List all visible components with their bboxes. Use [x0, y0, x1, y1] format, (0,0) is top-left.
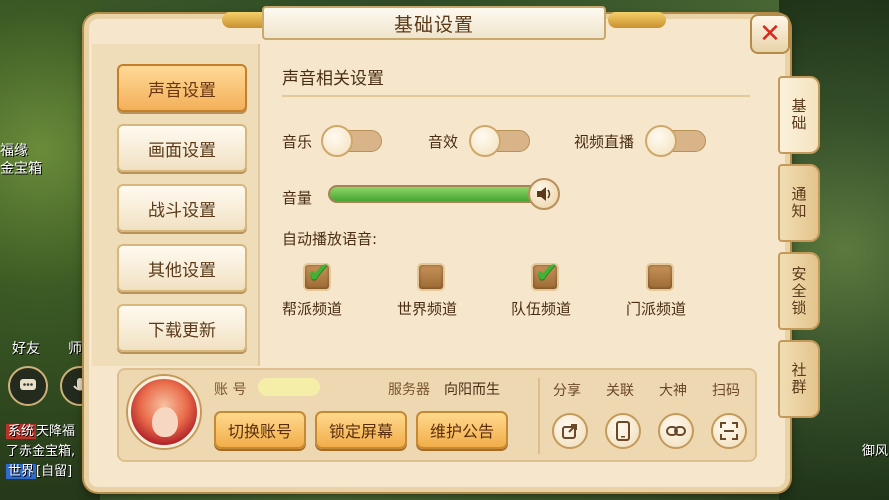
team-channel-label: 队伍频道 — [511, 300, 572, 318]
chat-line-2: 了赤金宝箱, — [6, 444, 76, 459]
checkbox-team-channel[interactable]: ✔ — [531, 259, 559, 291]
bar-divider — [538, 378, 540, 454]
share-label: 分享 — [553, 383, 581, 399]
banner-ornament-right — [608, 12, 666, 28]
menu-graphics-settings[interactable]: 画面设置 — [117, 124, 247, 172]
scene-label-right: 御风 — [862, 444, 889, 459]
section-divider — [282, 95, 750, 97]
scan-button[interactable] — [711, 413, 747, 449]
music-label: 音乐 — [282, 133, 313, 151]
section-title: 声音相关设置 — [282, 69, 384, 89]
checkbox-guild-channel[interactable]: ✔ — [303, 259, 331, 291]
game-scene-right — [779, 0, 889, 500]
dashen-label: 大神 — [659, 383, 687, 399]
scene-label-fuyuan: 福缘 — [0, 143, 28, 159]
sfx-toggle[interactable] — [469, 125, 530, 157]
sfx-label: 音效 — [428, 133, 459, 151]
toggle-knob — [469, 125, 501, 157]
scene-label-treasure: 金宝箱 — [0, 161, 42, 177]
share-icon — [562, 424, 577, 439]
chat-bubble-icon[interactable] — [8, 366, 48, 406]
tab-security-lock[interactable]: 安全锁 — [778, 252, 820, 330]
volume-slider-handle[interactable] — [528, 178, 560, 210]
live-video-label: 视频直播 — [574, 133, 635, 151]
volume-label: 音量 — [282, 189, 313, 207]
account-label: 账 号 — [214, 382, 247, 398]
toggle-knob — [321, 125, 353, 157]
auto-voice-label: 自动播放语音: — [282, 230, 378, 248]
maintenance-notice-button[interactable]: 维护公告 — [416, 411, 508, 449]
menu-sound-settings[interactable]: 声音设置 — [117, 64, 247, 112]
speaker-icon — [537, 187, 551, 201]
share-button[interactable] — [552, 413, 588, 449]
live-video-toggle[interactable] — [645, 125, 706, 157]
panel-title: 基础设置 — [262, 6, 606, 40]
chat-line-world: 世界 [自留] — [6, 464, 73, 479]
link-phone-button[interactable] — [605, 413, 641, 449]
toggle-knob — [645, 125, 677, 157]
lock-screen-button[interactable]: 锁定屏幕 — [315, 411, 407, 449]
menu-download-update[interactable]: 下载更新 — [117, 304, 247, 352]
link-label: 关联 — [606, 383, 634, 399]
switch-account-button[interactable]: 切换账号 — [214, 411, 306, 449]
chat-line-system: 系统 天降福 — [6, 424, 76, 439]
phone-icon — [616, 421, 630, 441]
checkbox-sect-channel[interactable] — [646, 263, 674, 291]
tab-community[interactable]: 社群 — [778, 340, 820, 418]
menu-other-settings[interactable]: 其他设置 — [117, 244, 247, 292]
scan-icon — [720, 422, 738, 440]
avatar-face — [152, 407, 178, 437]
chain-link-icon — [666, 426, 686, 436]
server-value: 向阳而生 — [444, 382, 500, 398]
check-icon: ✔ — [535, 256, 559, 289]
friend-label[interactable]: 好友 — [12, 338, 40, 358]
tab-notify[interactable]: 通知 — [778, 164, 820, 242]
volume-slider[interactable] — [328, 185, 548, 203]
tab-basic[interactable]: 基础 — [778, 76, 820, 154]
music-toggle[interactable] — [321, 125, 382, 157]
dashen-button[interactable] — [658, 413, 694, 449]
scan-label: 扫码 — [712, 383, 740, 399]
account-value-hidden — [258, 378, 320, 396]
close-button[interactable]: ✕ — [750, 14, 790, 54]
world-channel-label: 世界频道 — [397, 300, 458, 318]
close-icon: ✕ — [759, 19, 781, 49]
checkbox-world-channel[interactable] — [417, 263, 445, 291]
check-icon: ✔ — [307, 256, 331, 289]
avatar[interactable] — [128, 376, 200, 448]
guild-channel-label: 帮派频道 — [282, 300, 343, 318]
sect-channel-label: 门派频道 — [626, 300, 687, 318]
master-label[interactable]: 师 — [68, 338, 82, 358]
menu-combat-settings[interactable]: 战斗设置 — [117, 184, 247, 232]
server-label: 服务器 — [388, 382, 430, 398]
